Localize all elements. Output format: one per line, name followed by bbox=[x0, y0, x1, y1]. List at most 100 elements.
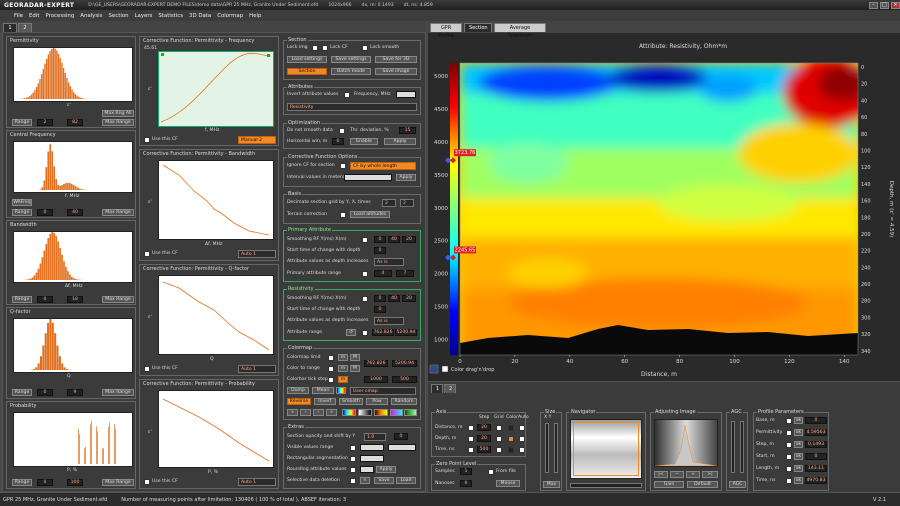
range-max[interactable]: 40 bbox=[67, 209, 83, 216]
agc-slider-2[interactable] bbox=[740, 421, 744, 473]
invert-checkbox[interactable] bbox=[344, 92, 350, 98]
load-settings-button[interactable]: Load settings bbox=[287, 56, 327, 63]
menu-analysis[interactable]: Analysis bbox=[80, 13, 102, 19]
menu-colormap[interactable]: Colormap bbox=[217, 13, 243, 19]
next-fast-icon[interactable]: » bbox=[326, 409, 337, 416]
tab-2[interactable]: 2 bbox=[18, 23, 32, 32]
smooth-y[interactable]: 40 bbox=[388, 295, 400, 302]
depth-grid[interactable] bbox=[496, 436, 502, 442]
max-range-button[interactable]: Max Range bbox=[102, 209, 134, 216]
perm-checkbox[interactable] bbox=[786, 430, 792, 436]
load-altitudes-button[interactable]: Load altitudes bbox=[350, 211, 390, 218]
save-image-button[interactable]: Save image bbox=[375, 68, 417, 75]
horiz-input[interactable]: 0 bbox=[332, 138, 344, 145]
max-range-button[interactable]: Max Range bbox=[102, 119, 134, 126]
range-min[interactable]: 0 bbox=[37, 296, 53, 303]
tab-1[interactable]: 1 bbox=[3, 23, 17, 32]
navigator-viewport[interactable] bbox=[573, 422, 639, 476]
attribute-select[interactable]: Resistivity bbox=[287, 103, 417, 111]
step-checkbox[interactable] bbox=[786, 442, 792, 448]
cf-handle[interactable] bbox=[267, 54, 270, 57]
smoothing-checkbox[interactable] bbox=[362, 296, 368, 302]
sel-del-x-button[interactable]: × bbox=[360, 477, 370, 484]
cm-range-checkbox[interactable] bbox=[328, 366, 334, 372]
menu-statistics[interactable]: Statistics bbox=[158, 13, 183, 19]
pa-range-checkbox[interactable] bbox=[362, 271, 368, 277]
cf-by-select[interactable]: CF by whole length bbox=[350, 162, 416, 170]
as-depth-select[interactable]: As is bbox=[374, 258, 404, 266]
sel-del-checkbox[interactable] bbox=[350, 478, 356, 484]
range-min[interactable]: 0 bbox=[37, 209, 53, 216]
range-button[interactable]: Range bbox=[12, 296, 32, 303]
smooth-x[interactable]: 20 bbox=[402, 236, 416, 243]
rect-seg-checkbox[interactable] bbox=[350, 456, 356, 462]
time-auto[interactable] bbox=[519, 447, 525, 453]
agc-slider-1[interactable] bbox=[731, 421, 735, 473]
distance-step[interactable]: 20 bbox=[477, 424, 491, 431]
smoothing-checkbox[interactable] bbox=[362, 237, 368, 243]
rect-seg-input[interactable] bbox=[360, 455, 384, 462]
max-range-button[interactable]: Max Range bbox=[102, 479, 134, 486]
cf-plot[interactable] bbox=[158, 51, 274, 127]
start-ok-button[interactable]: ok bbox=[794, 453, 803, 460]
tab-section[interactable]: Section bbox=[464, 23, 492, 32]
tab-average-spectrum[interactable]: Average Spectrum bbox=[494, 23, 546, 39]
range-button[interactable]: Range bbox=[12, 119, 32, 126]
max-button[interactable]: Max bbox=[543, 481, 560, 488]
range-button[interactable]: Range bbox=[12, 479, 32, 486]
attr-range-checkbox[interactable] bbox=[362, 330, 368, 336]
cm-range-min-button[interactable]: m bbox=[338, 365, 348, 372]
navigator-thumbnail[interactable] bbox=[570, 419, 642, 479]
length-ok-button[interactable]: ok bbox=[794, 465, 803, 472]
cf-plot[interactable] bbox=[158, 275, 274, 355]
decimate-x-select[interactable]: 2 bbox=[400, 199, 414, 207]
distance-checkbox[interactable] bbox=[468, 425, 474, 431]
load-button[interactable]: Load bbox=[396, 477, 416, 484]
next-icon[interactable]: › bbox=[313, 409, 324, 416]
smooth-button[interactable]: Smooth bbox=[339, 398, 363, 405]
color-drag-icon[interactable] bbox=[429, 364, 439, 374]
save-settings-button[interactable]: Save settings bbox=[331, 56, 371, 63]
mean-button[interactable]: Mean bbox=[312, 387, 334, 394]
apply-button[interactable]: Apply bbox=[384, 138, 416, 145]
range-min[interactable]: 0 bbox=[37, 479, 53, 486]
terrain-checkbox[interactable] bbox=[340, 212, 346, 218]
mouse-button[interactable]: Mouse bbox=[496, 480, 520, 487]
close-icon[interactable]: × bbox=[891, 1, 900, 9]
bottom-tab-2[interactable]: 2 bbox=[444, 384, 456, 393]
user-cmap-select[interactable]: User cmap bbox=[350, 387, 416, 395]
range-reset-button[interactable]: ↺ bbox=[346, 329, 356, 336]
start-input[interactable]: 0 bbox=[805, 453, 827, 460]
section-button[interactable]: Section bbox=[287, 68, 327, 75]
start-time-input[interactable]: 0 bbox=[374, 306, 386, 313]
smooth-rf[interactable]: 0 bbox=[374, 236, 386, 243]
use-cf-checkbox[interactable] bbox=[144, 479, 150, 485]
base-input[interactable]: 0 bbox=[805, 417, 827, 424]
decimate-y-select[interactable]: 2 bbox=[382, 199, 396, 207]
time-ns-input[interactable]: 4970.83 bbox=[805, 477, 827, 484]
cm-min-button[interactable]: m bbox=[338, 354, 348, 361]
shift-input[interactable]: 0 bbox=[394, 433, 408, 440]
size-y-slider[interactable] bbox=[554, 423, 558, 473]
colormap-swatch[interactable] bbox=[336, 387, 346, 394]
range-button[interactable]: Range bbox=[12, 209, 32, 216]
navigator-scroll[interactable] bbox=[570, 483, 642, 488]
colorbar[interactable] bbox=[450, 63, 458, 355]
cf-plot[interactable] bbox=[158, 160, 274, 240]
ignore-cf-checkbox[interactable] bbox=[340, 163, 346, 169]
use-cf-checkbox[interactable] bbox=[144, 251, 150, 257]
cb-tick-max[interactable]: 500 bbox=[392, 376, 417, 383]
range-max[interactable]: 82 bbox=[67, 119, 83, 126]
range-max[interactable]: 18 bbox=[67, 296, 83, 303]
base-ok-button[interactable]: ok bbox=[794, 417, 803, 424]
apply-button[interactable]: Apply bbox=[396, 174, 416, 181]
step-input[interactable]: 0.1493 bbox=[805, 441, 827, 448]
depth-checkbox[interactable] bbox=[468, 436, 474, 442]
step-ok-button[interactable]: ok bbox=[794, 441, 803, 448]
cm-limit-max[interactable]: 5200.94 bbox=[392, 360, 417, 367]
cf-plot[interactable] bbox=[158, 390, 274, 468]
time-step[interactable]: 500 bbox=[477, 446, 491, 453]
length-input[interactable]: 143.11 bbox=[805, 465, 827, 472]
distance-auto[interactable] bbox=[519, 425, 525, 431]
lock-smooth-checkbox[interactable] bbox=[362, 45, 368, 51]
